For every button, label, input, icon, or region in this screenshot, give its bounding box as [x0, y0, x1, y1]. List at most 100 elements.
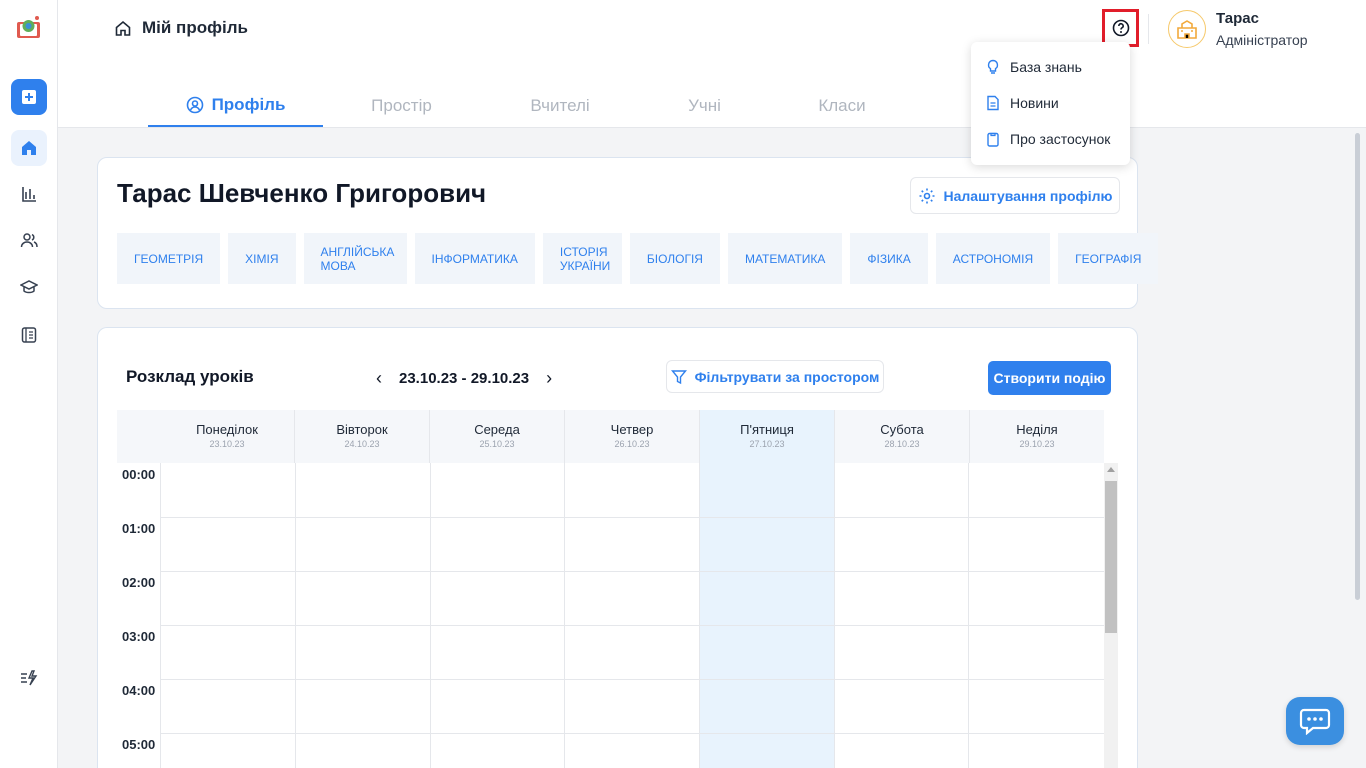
day-name: Субота — [880, 422, 924, 437]
grid-line — [160, 733, 1104, 734]
day-name: Понеділок — [196, 422, 258, 437]
chat-button[interactable] — [1286, 697, 1344, 745]
day-date: 28.10.23 — [884, 439, 920, 449]
filter-by-space-button[interactable]: Фільтрувати за простором — [666, 360, 884, 393]
menu-item-label: База знань — [1010, 59, 1082, 75]
clipboard-icon — [987, 132, 999, 147]
day-name: П'ятниця — [740, 422, 794, 437]
grid-line — [160, 463, 161, 768]
header-divider — [1148, 14, 1149, 44]
menu-item-label: Новини — [1010, 95, 1059, 111]
app-logo[interactable] — [15, 14, 42, 41]
week-range: 23.10.23 - 29.10.23 — [399, 370, 530, 387]
page-title: Мій профіль — [142, 18, 248, 37]
help-menu: База знань Новини Про застосунок — [971, 42, 1130, 165]
tab-students[interactable]: Учні — [640, 84, 769, 127]
avatar[interactable] — [1168, 10, 1206, 48]
create-event-button[interactable]: Створити подію — [988, 361, 1111, 395]
hour-label: 05:00 — [122, 737, 156, 752]
schedule-scrollbar[interactable] — [1104, 463, 1118, 768]
day-name: Середа — [474, 422, 520, 437]
sidebar-item-home[interactable] — [11, 130, 47, 166]
profile-settings-button[interactable]: Налаштування профілю — [910, 177, 1120, 214]
tab-profile[interactable]: Профіль — [148, 84, 323, 127]
grid-line — [699, 463, 700, 768]
user-role: Адміністратор — [1216, 32, 1308, 48]
subject-tag: ФІЗИКА — [850, 233, 928, 284]
plus-icon — [22, 90, 36, 104]
day-header: Вівторок 24.10.23 — [295, 410, 430, 463]
hour-label: 03:00 — [122, 629, 156, 644]
tab-profile-label: Профіль — [211, 94, 286, 114]
prev-week-button[interactable]: ‹ — [373, 368, 385, 389]
school-icon — [1177, 20, 1197, 39]
add-button[interactable] — [11, 79, 47, 115]
profile-settings-label: Налаштування профілю — [943, 187, 1113, 204]
day-date: 29.10.23 — [1019, 439, 1055, 449]
menu-item-about[interactable]: Про застосунок — [985, 131, 1110, 147]
home-outline-icon — [115, 20, 131, 36]
tab-students-label: Учні — [688, 95, 721, 115]
tabs: Профіль Простір Вчителі Учні Класи — [148, 84, 915, 127]
graduation-cap-icon — [20, 280, 38, 294]
subject-tag: ІСТОРІЯ УКРАЇНИ — [542, 233, 622, 284]
sidebar-item-analytics[interactable] — [11, 176, 47, 212]
grid-line — [160, 571, 1104, 572]
today-column-highlight — [699, 463, 834, 768]
subject-tag: ІНФОРМАТИКА — [414, 233, 535, 284]
subject-tag: БІОЛОГІЯ — [629, 233, 720, 284]
tab-space-label: Простір — [371, 95, 432, 115]
grid-line — [160, 679, 1104, 680]
tab-teachers-label: Вчителі — [530, 95, 590, 115]
hour-label: 04:00 — [122, 683, 156, 698]
chat-icon — [1299, 708, 1331, 735]
day-name: Четвер — [610, 422, 654, 437]
day-date: 24.10.23 — [344, 439, 380, 449]
day-date: 25.10.23 — [479, 439, 515, 449]
menu-item-knowledge-base[interactable]: База знань — [985, 59, 1082, 75]
sidebar-item-journal[interactable] — [11, 317, 47, 353]
grid-line — [295, 463, 296, 768]
scrollbar-thumb[interactable] — [1105, 481, 1117, 633]
hour-label: 00:00 — [122, 467, 156, 482]
schedule-card: Розклад уроків ‹ 23.10.23 - 29.10.23 › Ф… — [97, 327, 1138, 768]
sidebar-item-education[interactable] — [11, 269, 47, 305]
grid-line — [968, 463, 969, 768]
page-scrollbar[interactable] — [1355, 133, 1360, 600]
home-icon — [22, 141, 36, 155]
tab-space[interactable]: Простір — [323, 84, 480, 127]
profile-full-name: Тарас Шевченко Григорович — [117, 178, 487, 208]
scroll-up-arrow[interactable] — [1107, 467, 1115, 472]
users-icon — [20, 233, 38, 248]
day-header: Понеділок 23.10.23 — [160, 410, 295, 463]
day-date: 26.10.23 — [614, 439, 650, 449]
filter-icon — [670, 369, 687, 384]
grid-line — [160, 625, 1104, 626]
sidebar-item-users[interactable] — [11, 222, 47, 258]
menu-item-label: Про застосунок — [1010, 131, 1111, 147]
grid-line — [564, 463, 565, 768]
hour-label: 02:00 — [122, 575, 156, 590]
week-navigator: ‹ 23.10.23 - 29.10.23 › — [373, 368, 555, 389]
schedule-day-header: Понеділок 23.10.23 Вівторок 24.10.23 Серед… — [117, 410, 1104, 463]
day-date: 23.10.23 — [209, 439, 245, 449]
tab-teachers[interactable]: Вчителі — [480, 84, 640, 127]
header: Мій профіль Тарас Адміністратор Профіль … — [58, 0, 1366, 128]
next-week-button[interactable]: › — [543, 368, 555, 389]
schedule-grid[interactable]: 00:00 01:00 02:00 03:00 04:00 05:00 — [117, 463, 1104, 768]
filter-label: Фільтрувати за простором — [694, 368, 880, 385]
journal-icon — [21, 327, 37, 343]
subject-tag: ГЕОМЕТРІЯ — [117, 233, 221, 284]
hour-label: 01:00 — [122, 521, 156, 536]
subject-tag: ХІМІЯ — [228, 233, 296, 284]
gear-icon — [919, 188, 935, 203]
user-name[interactable]: Тарас — [1216, 10, 1259, 27]
day-header-today: П'ятниця 27.10.23 — [700, 410, 835, 463]
tab-classes-label: Класи — [818, 95, 866, 115]
menu-item-news[interactable]: Новини — [985, 95, 1059, 111]
day-date: 27.10.23 — [749, 439, 785, 449]
sidebar-item-quick-actions[interactable] — [11, 660, 47, 696]
user-circle-icon — [186, 96, 203, 113]
tab-classes[interactable]: Класи — [769, 84, 915, 127]
day-header: Середа 25.10.23 — [430, 410, 565, 463]
